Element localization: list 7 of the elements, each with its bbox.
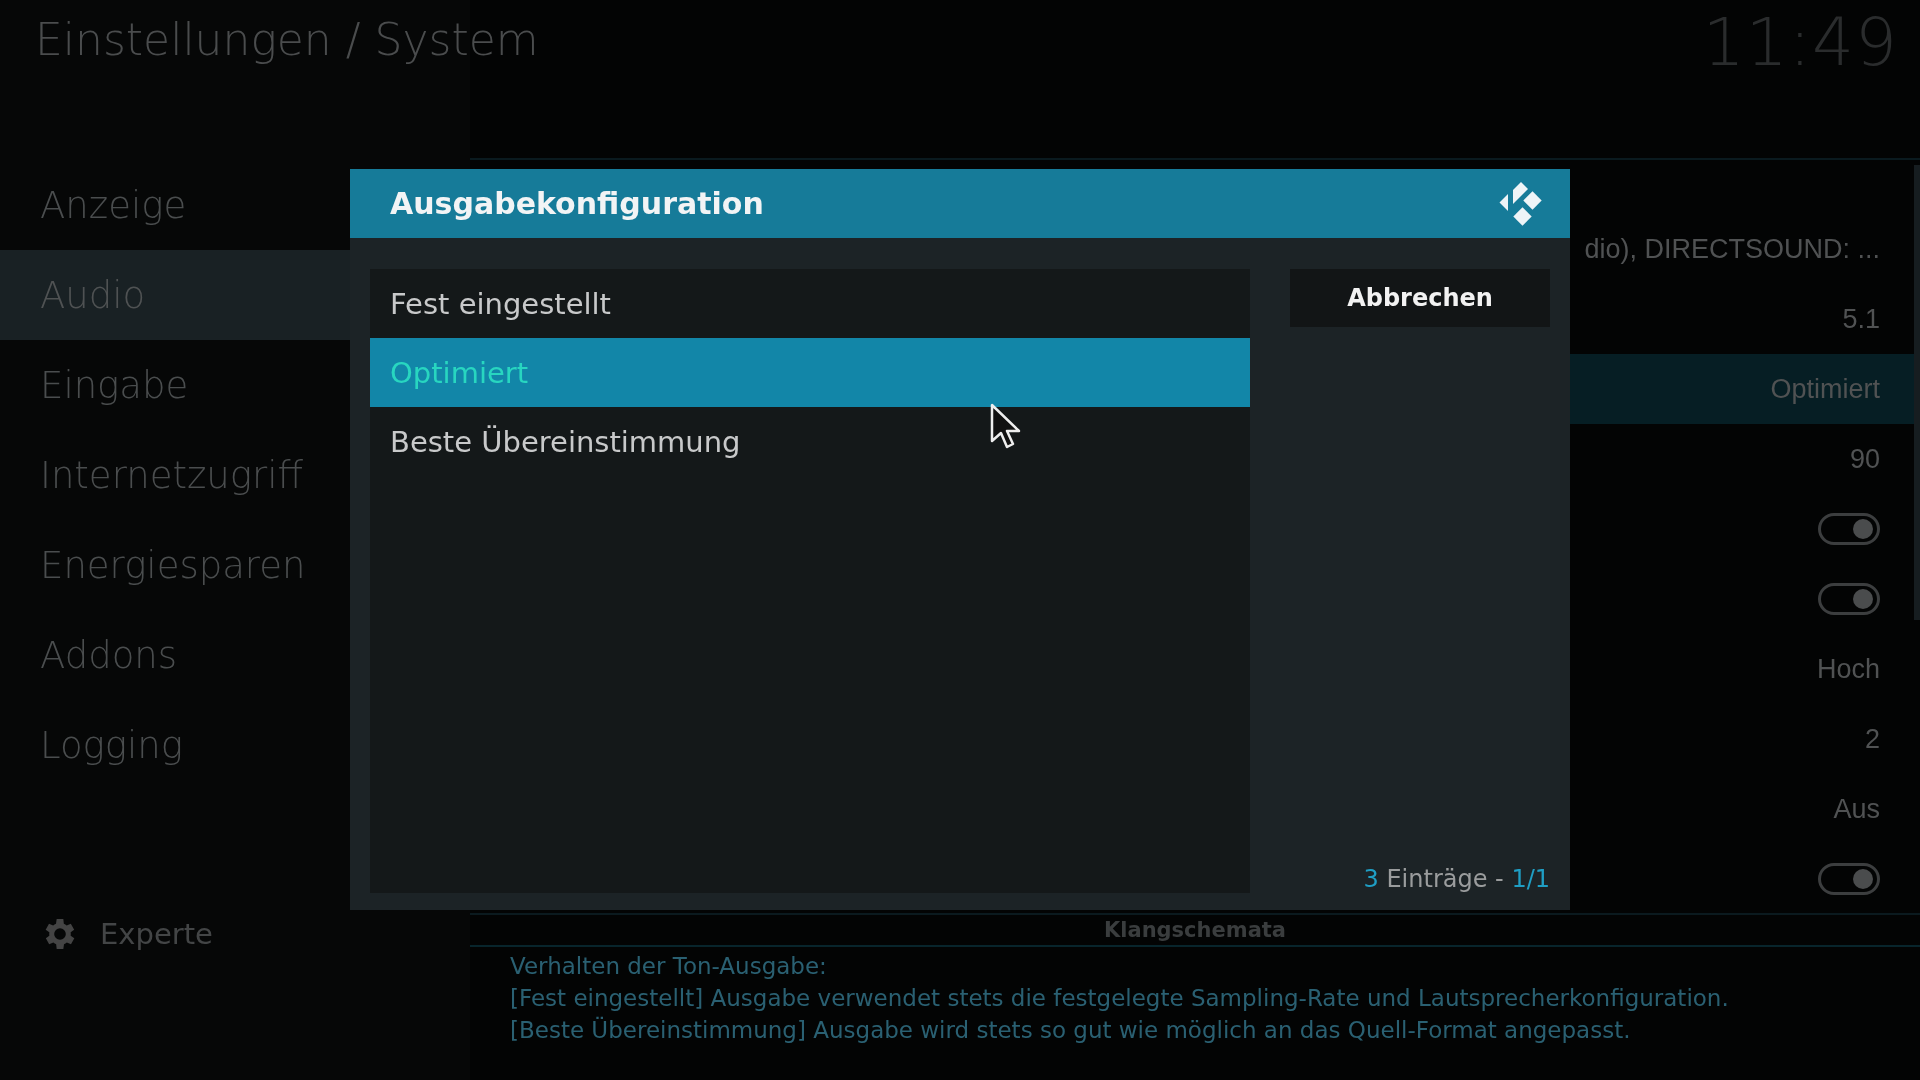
group-heading: Klangschemata xyxy=(1104,918,1286,942)
page-title: Einstellungen / System xyxy=(35,14,539,65)
item-count: 3 Einträge - 1/1 xyxy=(1362,865,1550,893)
description-text: [Fest eingestellt] Ausgabe verwendet stets die festgelegte Sampling-Rate und Lautsprecherkonfiguration. xyxy=(510,985,1730,1011)
dialog-title: Ausgabekonfiguration xyxy=(390,186,764,221)
description-text: Verhalten der Ton-Ausgabe: xyxy=(510,953,828,979)
description-text: [Beste Übereinstimmung] Ausgabe wird stets so gut wie möglich an das Quell-Format angepasst. xyxy=(510,1017,1632,1043)
